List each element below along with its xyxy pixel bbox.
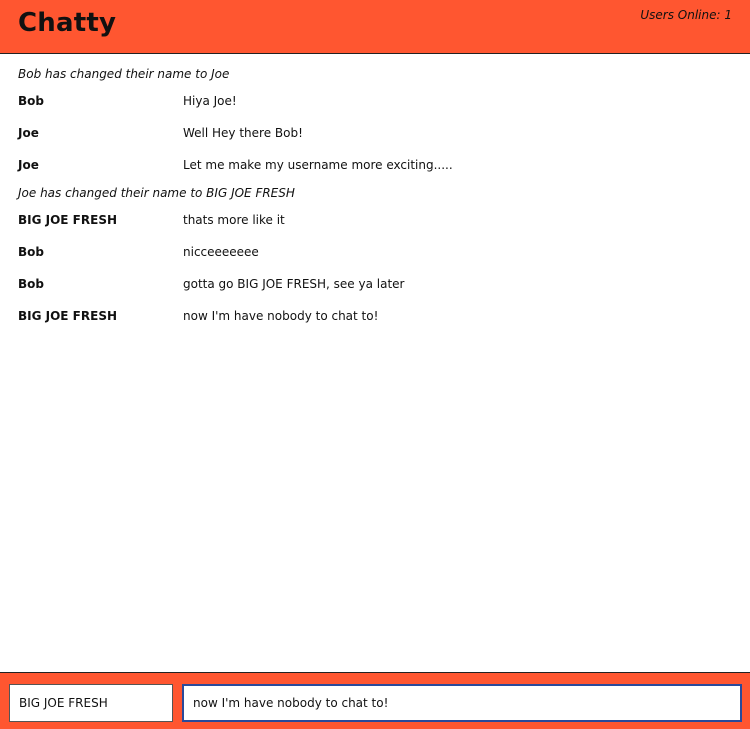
system-notification: Bob has changed their name to Joe <box>18 67 230 81</box>
message-username: Joe <box>18 126 39 140</box>
message-content: nicceeeeeee <box>183 245 259 259</box>
message-content: now I'm have nobody to chat to! <box>183 309 379 323</box>
message-input[interactable] <box>182 684 742 722</box>
message-username: BIG JOE FRESH <box>18 309 117 323</box>
message-row: Bob Hiya Joe! <box>0 94 750 114</box>
navbar: Chatty Users Online: 1 <box>0 0 750 54</box>
username-input[interactable] <box>9 684 173 722</box>
message-row: Bob nicceeeeeee <box>0 245 750 265</box>
system-notification: Joe has changed their name to BIG JOE FR… <box>18 186 295 200</box>
message-username: Bob <box>18 277 44 291</box>
message-row: BIG JOE FRESH now I'm have nobody to cha… <box>0 309 750 329</box>
message-username: Bob <box>18 245 44 259</box>
message-row: Joe Well Hey there Bob! <box>0 126 750 146</box>
message-content: Let me make my username more exciting...… <box>183 158 453 172</box>
message-content: thats more like it <box>183 213 285 227</box>
message-row: BIG JOE FRESH thats more like it <box>0 213 750 233</box>
message-content: Well Hey there Bob! <box>183 126 303 140</box>
message-row: Joe Let me make my username more excitin… <box>0 158 750 178</box>
brand-link[interactable]: Chatty <box>18 8 116 38</box>
chatty-app: Chatty Users Online: 1 Bob has changed t… <box>0 0 750 729</box>
message-content: Hiya Joe! <box>183 94 237 108</box>
message-list[interactable]: Bob has changed their name to Joe Bob Hi… <box>0 54 750 673</box>
message-username: BIG JOE FRESH <box>18 213 117 227</box>
message-row: Bob gotta go BIG JOE FRESH, see ya later <box>0 277 750 297</box>
message-content: gotta go BIG JOE FRESH, see ya later <box>183 277 405 291</box>
message-username: Bob <box>18 94 44 108</box>
users-online-count: Users Online: 1 <box>640 8 732 22</box>
chat-bar <box>0 672 750 729</box>
message-username: Joe <box>18 158 39 172</box>
